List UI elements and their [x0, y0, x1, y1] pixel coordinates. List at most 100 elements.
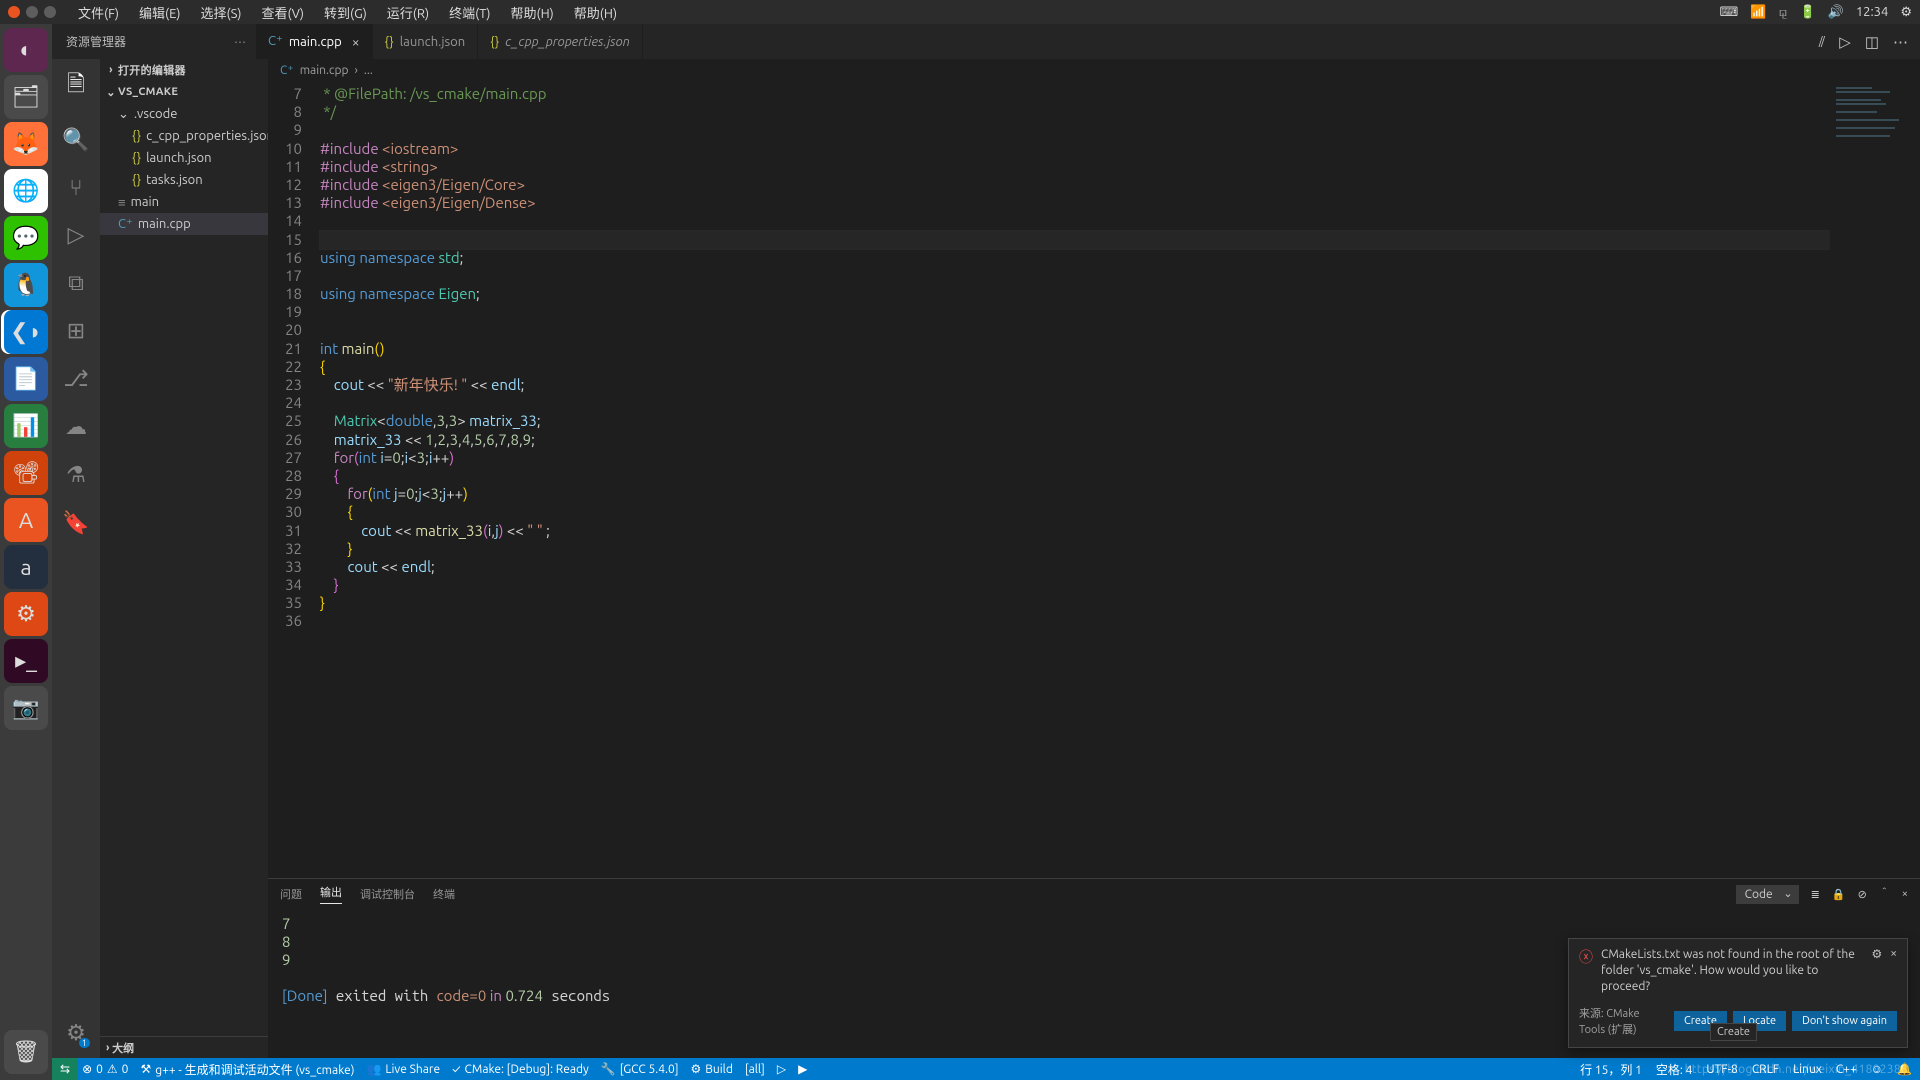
breadcrumb[interactable]: C⁺ main.cpp›...: [268, 59, 1920, 81]
extensions-icon[interactable]: ⊞: [67, 318, 85, 344]
file-main-cpp[interactable]: C⁺main.cpp: [100, 213, 268, 235]
firefox-icon[interactable]: 🦊: [4, 122, 48, 166]
tooltip: Create: [1710, 1023, 1757, 1041]
gear-icon[interactable]: ⚙: [1900, 5, 1912, 20]
chrome-icon[interactable]: 🌐: [4, 169, 48, 213]
tab-ccpp-json[interactable]: {} c_cpp_properties.json: [478, 24, 643, 59]
test-icon[interactable]: ⚗: [66, 462, 86, 488]
amazon-icon[interactable]: a: [4, 545, 48, 589]
menu-item[interactable]: 帮助(H): [566, 1, 625, 24]
remote-indicator[interactable]: ⇆: [52, 1058, 78, 1080]
wechat-icon[interactable]: 💬: [4, 216, 48, 260]
bluetooth-icon[interactable]: ⚼: [1778, 5, 1787, 20]
chevron-up-icon[interactable]: ＾: [1879, 886, 1890, 902]
trash-icon[interactable]: 🗑: [4, 1030, 48, 1074]
screenshot-icon[interactable]: 📷: [4, 686, 48, 730]
folder-vscode[interactable]: ⌄.vscode: [100, 103, 268, 125]
code-editor[interactable]: 7891011121314151617181920212223242526272…: [268, 81, 1920, 878]
tab-launch-json[interactable]: {} launch.json: [373, 24, 479, 59]
run-debug-icon[interactable]: ▷: [68, 222, 85, 248]
menu-item[interactable]: 终端(T): [441, 1, 498, 24]
run-icon[interactable]: ▷: [1839, 33, 1851, 51]
panel-tab-problems[interactable]: 问题: [280, 886, 302, 902]
open-editors-section[interactable]: ›打开的编辑器: [100, 59, 268, 81]
gear-icon[interactable]: ⚙1: [66, 1020, 86, 1046]
files-icon[interactable]: 🗂: [4, 75, 48, 119]
menu-item[interactable]: 帮助(H): [503, 1, 562, 24]
close-icon[interactable]: ×: [1902, 888, 1908, 900]
gear-icon[interactable]: ⚙: [1871, 947, 1882, 995]
close-icon[interactable]: [8, 6, 20, 18]
vscode-icon[interactable]: ❮◗: [4, 310, 48, 354]
explorer-sidebar: ›打开的编辑器 ⌄VS_CMAKE ⌄.vscode {}c_cpp_prope…: [100, 59, 268, 1058]
outline-section[interactable]: › 大纲: [100, 1036, 268, 1058]
minimize-icon[interactable]: [26, 6, 38, 18]
status-cursor-pos[interactable]: 行 15，列 1: [1580, 1061, 1642, 1078]
cloud-icon[interactable]: ☁: [65, 414, 87, 440]
status-problems[interactable]: ⊗ 0 ⚠ 0: [82, 1062, 128, 1076]
bookmark-icon[interactable]: 🔖: [62, 510, 89, 536]
status-launch[interactable]: ▶: [798, 1062, 807, 1076]
wifi-icon[interactable]: 📶: [1750, 5, 1766, 20]
output-channel-select[interactable]: Code: [1736, 885, 1799, 904]
tab-main-cpp[interactable]: C⁺ main.cpp ×: [256, 24, 373, 59]
status-build[interactable]: ⚙ Build: [691, 1062, 733, 1076]
status-cmake[interactable]: ✓ CMake: [Debug]: Ready: [452, 1063, 589, 1076]
menu-item[interactable]: 文件(F): [70, 1, 127, 24]
status-bar: ⇆ ⊗ 0 ⚠ 0 ⚒ g++ - 生成和调试活动文件 (vs_cmake) 👥…: [52, 1058, 1920, 1080]
file-ccpp-json[interactable]: {}c_cpp_properties.json: [100, 125, 268, 147]
filter-icon[interactable]: ≣: [1811, 888, 1820, 901]
file-launch-json[interactable]: {}launch.json: [100, 147, 268, 169]
minimap[interactable]: [1830, 81, 1920, 878]
terminal-icon[interactable]: ▸_: [4, 639, 48, 683]
dont-show-button[interactable]: Don't show again: [1792, 1011, 1897, 1031]
search-icon[interactable]: 🔍: [62, 127, 89, 153]
panel-tab-terminal[interactable]: 终端: [433, 886, 455, 902]
status-liveshare[interactable]: 👥 Live Share: [366, 1062, 440, 1076]
ubuntu-top-panel: 文件(F)编辑(E)选择(S)查看(V)转到(G)运行(R)终端(T)帮助(H)…: [0, 0, 1920, 24]
clock[interactable]: 12:34: [1856, 5, 1889, 19]
maximize-icon[interactable]: [44, 6, 56, 18]
more-icon[interactable]: ⋯: [234, 35, 246, 49]
menu-item[interactable]: 编辑(E): [131, 1, 188, 24]
source-control-icon[interactable]: ⑂: [69, 175, 82, 200]
volume-icon[interactable]: 🔊: [1828, 5, 1844, 20]
impress-icon[interactable]: 📽: [4, 451, 48, 495]
cpp-file-icon: C⁺: [268, 34, 283, 49]
menu-item[interactable]: 运行(R): [379, 1, 437, 24]
keyboard-icon[interactable]: ⌨: [1720, 5, 1739, 20]
status-task[interactable]: ⚒ g++ - 生成和调试活动文件 (vs_cmake): [140, 1061, 354, 1078]
software-icon[interactable]: A: [4, 498, 48, 542]
close-icon[interactable]: ×: [352, 34, 360, 50]
battery-icon[interactable]: 🔋: [1799, 5, 1815, 20]
calc-icon[interactable]: 📊: [4, 404, 48, 448]
menu-item[interactable]: 转到(G): [316, 1, 375, 24]
qq-icon[interactable]: 🐧: [4, 263, 48, 307]
panel-tab-debug[interactable]: 调试控制台: [360, 886, 415, 902]
more-icon[interactable]: ⋯: [1893, 33, 1908, 51]
file-main-exe[interactable]: ≡main: [100, 191, 268, 213]
explorer-icon[interactable]: 🗎: [67, 67, 85, 105]
git-branch-icon[interactable]: ⎇: [63, 366, 88, 392]
status-kit[interactable]: 🔧 [GCC 5.4.0]: [601, 1062, 679, 1076]
close-icon[interactable]: ×: [1890, 947, 1897, 995]
dash-icon[interactable]: ◐: [4, 28, 48, 72]
file-tasks-json[interactable]: {}tasks.json: [100, 169, 268, 191]
menu-item[interactable]: 查看(V): [254, 1, 312, 24]
lock-icon[interactable]: 🔒: [1832, 888, 1846, 901]
menu-item[interactable]: 选择(S): [193, 1, 250, 24]
json-file-icon: {}: [385, 35, 394, 49]
workspace-section[interactable]: ⌄VS_CMAKE: [100, 81, 268, 103]
remote-icon[interactable]: ⧉: [68, 270, 84, 296]
compare-icon[interactable]: ⫽: [1819, 33, 1826, 51]
panel-tab-output[interactable]: 输出: [320, 884, 342, 904]
settings-icon[interactable]: ⚙: [4, 592, 48, 636]
editor-column: C⁺ main.cpp›... 789101112131415161718192…: [268, 59, 1920, 1058]
split-icon[interactable]: ◫: [1865, 33, 1879, 51]
clear-icon[interactable]: ⊘: [1858, 888, 1867, 901]
error-icon: ⓧ: [1579, 947, 1593, 995]
status-target[interactable]: [all]: [745, 1063, 765, 1076]
status-debug[interactable]: ▷: [777, 1062, 786, 1076]
writer-icon[interactable]: 📄: [4, 357, 48, 401]
app-menubar[interactable]: 文件(F)编辑(E)选择(S)查看(V)转到(G)运行(R)终端(T)帮助(H)…: [64, 1, 625, 24]
